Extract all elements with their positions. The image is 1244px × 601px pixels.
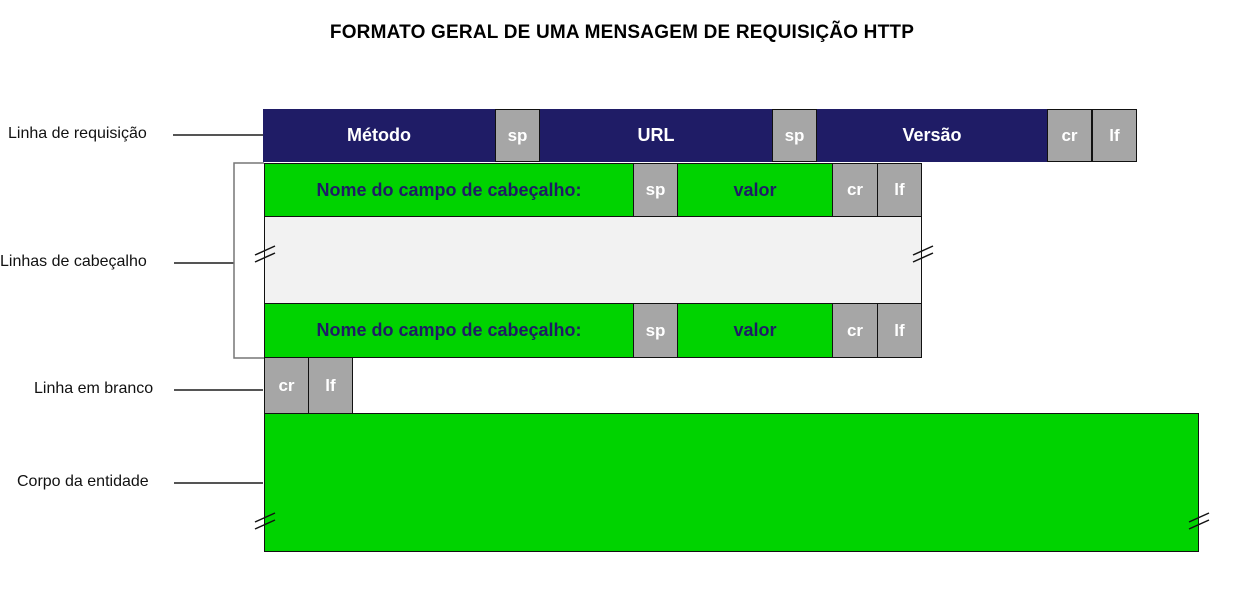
break-mark-left bbox=[254, 245, 276, 263]
body-break-mark-left bbox=[254, 512, 276, 530]
break-mark-right bbox=[912, 245, 934, 263]
diagram-overlay bbox=[233, 162, 1210, 530]
body-break-mark-right bbox=[1188, 512, 1210, 530]
